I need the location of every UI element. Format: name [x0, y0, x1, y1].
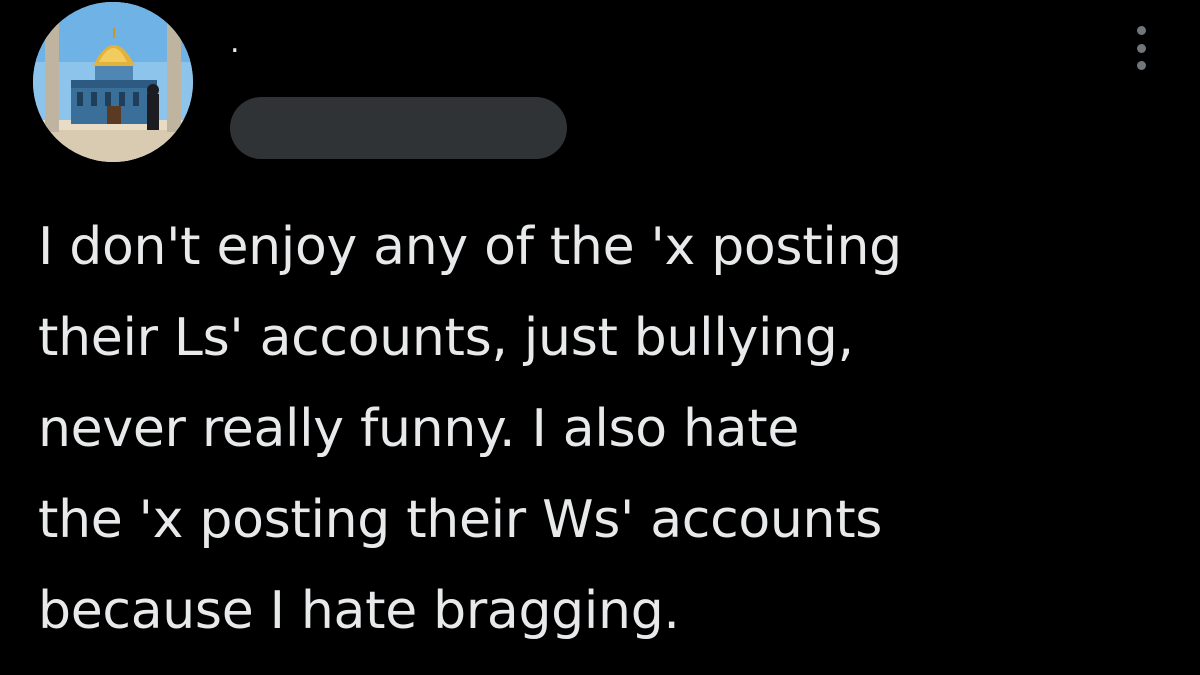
redacted-handle — [230, 97, 567, 159]
more-vertical-icon[interactable] — [1126, 26, 1156, 70]
post-card: . I don't enjoy any of the 'x posting th… — [0, 0, 1200, 675]
dome-of-the-rock-avatar — [33, 2, 193, 162]
more-dot — [1136, 26, 1146, 35]
more-dot — [1136, 43, 1146, 53]
more-dot — [1136, 61, 1146, 70]
post-text: I don't enjoy any of the 'x posting thei… — [38, 217, 902, 641]
avatar[interactable] — [33, 2, 193, 162]
author-display-name[interactable]: . — [230, 28, 240, 58]
